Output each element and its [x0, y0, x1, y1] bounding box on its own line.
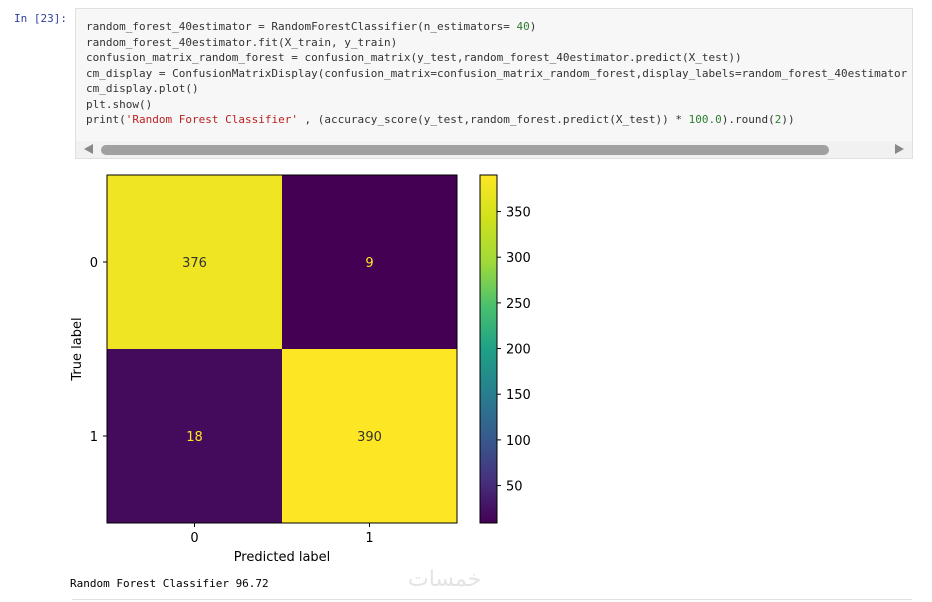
cell-value-label: 390 [357, 430, 382, 445]
confusion-matrix-plot: 376 9 18 390 0 1 0 1 Predicted label True label 5… [70, 174, 531, 565]
colorbar-tick-label: 150 [506, 388, 531, 403]
watermark-logo: خمسات [408, 567, 482, 592]
y-tick-label: 1 [90, 430, 98, 445]
colorbar [479, 174, 498, 524]
colorbar-tick-label: 50 [506, 480, 523, 495]
colorbar-tick-label: 300 [506, 251, 531, 266]
cell-value-label: 376 [182, 256, 207, 271]
colorbar-tick-label: 250 [506, 297, 531, 312]
colorbar-tick-label: 100 [506, 434, 531, 449]
x-tick-label: 1 [365, 531, 373, 546]
cell-divider [72, 599, 912, 600]
cell-value-label: 9 [365, 256, 373, 271]
cell-value-label: 18 [186, 430, 203, 445]
y-axis-label: True label [70, 317, 85, 381]
colorbar-tick-label: 350 [506, 206, 531, 221]
x-axis-label: Predicted label [234, 550, 331, 565]
colorbar-tick-label: 200 [506, 343, 531, 358]
x-tick-label: 0 [190, 531, 198, 546]
y-tick-label: 0 [90, 256, 98, 271]
output-text: Random Forest Classifier 96.72 [70, 577, 269, 590]
